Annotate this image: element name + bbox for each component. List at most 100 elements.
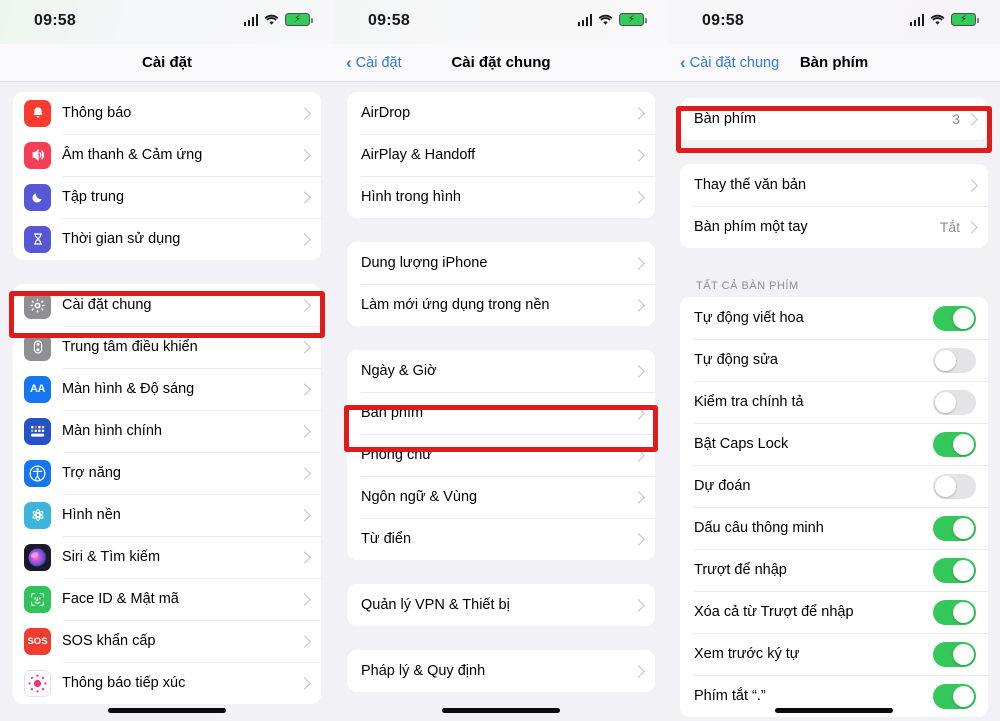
toggle-delete-slide-to-type-by-word[interactable] <box>933 599 976 625</box>
row-legal-regulatory[interactable]: Pháp lý & Quy định <box>347 650 655 692</box>
row-label: Bàn phím <box>694 111 757 127</box>
row-label: Trung tâm điều khiển <box>62 339 198 355</box>
chevron-right-icon <box>298 676 311 690</box>
chevron-right-icon <box>632 148 645 162</box>
keyboard-group-2: Thay thế văn bản Bàn phím một tay Tắt <box>680 164 988 248</box>
back-button[interactable]: ‹ Cài đặt chung <box>680 44 779 82</box>
status-time: 09:58 <box>702 12 744 29</box>
sidebar-item-face-id-passcode[interactable]: Face ID & Mật mã <box>13 578 321 620</box>
keyboard-group-1: Bàn phím 3 <box>680 98 988 140</box>
chevron-right-icon <box>632 190 645 204</box>
back-label: Cài đặt chung <box>689 55 780 71</box>
sidebar-item-focus[interactable]: Tập trung <box>13 176 321 218</box>
general-group-2: Dung lượng iPhone Làm mới ứng dụng trong… <box>347 242 655 326</box>
sidebar-item-sounds-haptics[interactable]: Âm thanh & Cảm ứng <box>13 134 321 176</box>
row-slide-to-type[interactable]: Trượt để nhập <box>680 549 988 591</box>
sidebar-item-accessibility[interactable]: Trợ năng <box>13 452 321 494</box>
battery-charging-icon: ⚡ <box>619 13 647 26</box>
row-predictive[interactable]: Dự đoán <box>680 465 988 507</box>
chevron-right-icon <box>298 550 311 564</box>
sidebar-item-screen-time[interactable]: Thời gian sử dụng <box>13 218 321 260</box>
chevron-right-icon <box>965 220 978 234</box>
row-smart-punctuation[interactable]: Dấu câu thông minh <box>680 507 988 549</box>
row-keyboard[interactable]: Bàn phím <box>347 392 655 434</box>
row-vpn-device-management[interactable]: Quản lý VPN & Thiết bị <box>347 584 655 626</box>
sidebar-item-control-center[interactable]: Trung tâm điều khiển <box>13 326 321 368</box>
chevron-right-icon <box>298 148 311 162</box>
row-label: Thông báo tiếp xúc <box>62 675 186 691</box>
chevron-right-icon <box>298 466 311 480</box>
sidebar-item-exposure-notifications[interactable]: Thông báo tiếp xúc <box>13 662 321 704</box>
settings-list[interactable]: Thông báo Âm thanh & Cảm ứng Tập trung T… <box>0 82 334 721</box>
row-label: Làm mới ứng dụng trong nền <box>361 297 550 313</box>
display-brightness-icon: AA <box>24 375 51 403</box>
status-indicators: ⚡ <box>577 13 647 26</box>
row-enable-caps-lock[interactable]: Bật Caps Lock <box>680 423 988 465</box>
row-text-replacement[interactable]: Thay thế văn bản <box>680 164 988 206</box>
row-iphone-storage[interactable]: Dung lượng iPhone <box>347 242 655 284</box>
row-date-time[interactable]: Ngày & Giờ <box>347 350 655 392</box>
row-label: Kiểm tra chính tả <box>694 394 804 410</box>
toggle-auto-capitalization[interactable] <box>933 305 976 331</box>
page-title: Cài đặt <box>141 54 192 71</box>
row-delete-slide-to-type-by-word[interactable]: Xóa cả từ Trượt để nhập <box>680 591 988 633</box>
status-bar: 09:58 ⚡ <box>0 0 334 44</box>
row-auto-correction[interactable]: Tự động sửa <box>680 339 988 381</box>
toggle-slide-to-type[interactable] <box>933 557 976 583</box>
toggle-check-spelling[interactable] <box>933 389 976 415</box>
back-button[interactable]: ‹ Cài đặt <box>346 44 402 82</box>
row-character-preview[interactable]: Xem trước ký tự <box>680 633 988 675</box>
chevron-right-icon <box>965 112 978 126</box>
chevron-right-icon <box>298 634 311 648</box>
row-dictionary[interactable]: Từ điển <box>347 518 655 560</box>
navigation-bar: ‹ Cài đặt chung Bàn phím <box>668 44 1000 82</box>
sidebar-item-emergency-sos[interactable]: SOS SOS khẩn cấp <box>13 620 321 662</box>
toggle-predictive[interactable] <box>933 473 976 499</box>
sidebar-item-siri-search[interactable]: Siri & Tìm kiếm <box>13 536 321 578</box>
row-label: Tập trung <box>62 189 125 205</box>
phone-screen-general: 09:58 ⚡ ‹ Cài đặt Cài đặt chung AirDrop <box>334 0 668 721</box>
three-panel-screenshot: 09:58 ⚡ Cài đặt Thông báo Âm thanh & Cảm… <box>0 0 1000 721</box>
row-auto-capitalization[interactable]: Tự động viết hoa <box>680 297 988 339</box>
general-settings-list[interactable]: AirDrop AirPlay & Handoff Hình trong hìn… <box>334 82 668 721</box>
row-keyboards[interactable]: Bàn phím 3 <box>680 98 988 140</box>
toggle-period-shortcut[interactable] <box>933 683 976 709</box>
row-label: AirPlay & Handoff <box>361 147 476 163</box>
row-fonts[interactable]: Phông chữ <box>347 434 655 476</box>
row-label: Face ID & Mật mã <box>62 591 179 607</box>
chevron-right-icon <box>298 592 311 606</box>
sidebar-item-general[interactable]: Cài đặt chung <box>13 284 321 326</box>
row-language-region[interactable]: Ngôn ngữ & Vùng <box>347 476 655 518</box>
sidebar-item-wallpaper[interactable]: Hình nền <box>13 494 321 536</box>
sidebar-item-home-screen[interactable]: Màn hình chính <box>13 410 321 452</box>
home-indicator <box>442 708 560 713</box>
toggle-enable-caps-lock[interactable] <box>933 431 976 457</box>
row-airdrop[interactable]: AirDrop <box>347 92 655 134</box>
toggle-auto-correction[interactable] <box>933 347 976 373</box>
row-one-handed-keyboard[interactable]: Bàn phím một tay Tắt <box>680 206 988 248</box>
sidebar-item-display-brightness[interactable]: AA Màn hình & Độ sáng <box>13 368 321 410</box>
row-picture-in-picture[interactable]: Hình trong hình <box>347 176 655 218</box>
row-label: Trợ năng <box>62 465 121 481</box>
row-airplay-handoff[interactable]: AirPlay & Handoff <box>347 134 655 176</box>
sidebar-item-notifications[interactable]: Thông báo <box>13 92 321 134</box>
page-title: Cài đặt chung <box>451 54 551 71</box>
general-group-4: Quản lý VPN & Thiết bị <box>347 584 655 626</box>
status-time: 09:58 <box>368 12 410 29</box>
row-label: Thay thế văn bản <box>694 177 807 193</box>
row-label: Dự đoán <box>694 478 751 494</box>
row-label: Bật Caps Lock <box>694 436 789 452</box>
screen-time-icon <box>24 225 51 253</box>
row-label: Tự động sửa <box>694 352 778 368</box>
row-check-spelling[interactable]: Kiểm tra chính tả <box>680 381 988 423</box>
row-background-app-refresh[interactable]: Làm mới ứng dụng trong nền <box>347 284 655 326</box>
row-label: Phím tắt “.” <box>694 688 766 704</box>
keyboard-settings-list[interactable]: Bàn phím 3 Thay thế văn bản Bàn phím một… <box>668 82 1000 721</box>
notifications-icon <box>24 99 51 127</box>
status-bar: 09:58 ⚡ <box>668 0 1000 44</box>
chevron-right-icon <box>298 106 311 120</box>
toggle-character-preview[interactable] <box>933 641 976 667</box>
section-header-all-keyboards: TẤT CẢ BÀN PHÍM <box>696 280 799 292</box>
toggle-smart-punctuation[interactable] <box>933 515 976 541</box>
chevron-right-icon <box>298 340 311 354</box>
